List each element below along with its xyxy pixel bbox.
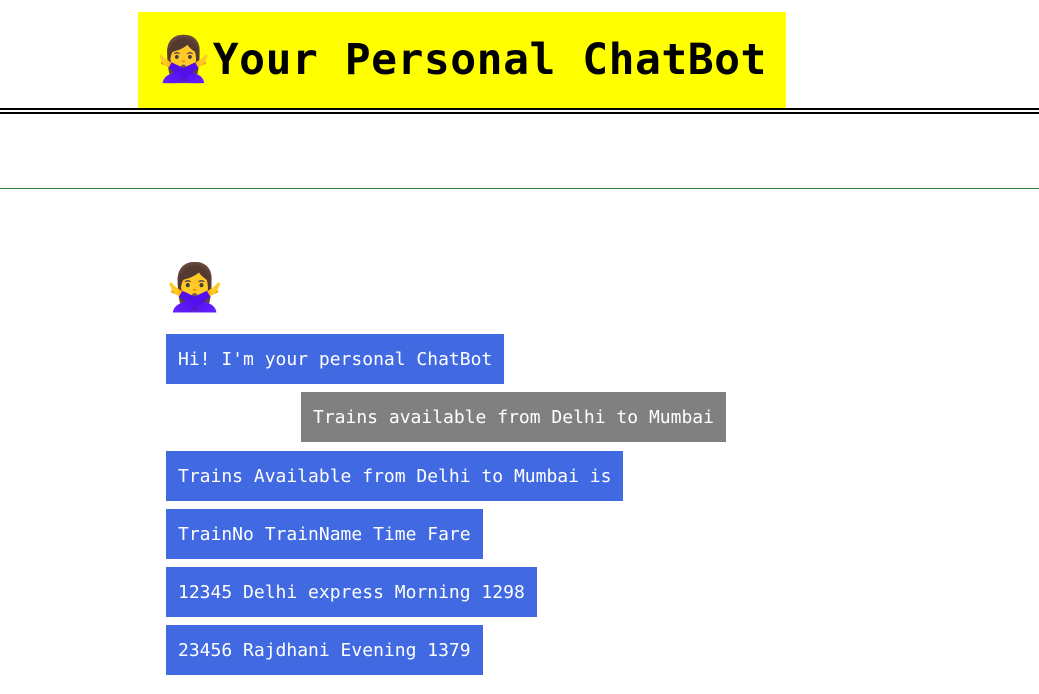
section-divider (0, 188, 1039, 189)
person-gesturing-no-icon: 🙅‍♀️ (156, 34, 211, 85)
bot-avatar-icon: 🙅‍♀️ (166, 260, 224, 314)
bot-message: Trains Available from Delhi to Mumbai is (166, 451, 624, 501)
bot-message: 23456 Rajdhani Evening 1379 (166, 625, 483, 675)
bot-message: 12345 Delhi express Morning 1298 (166, 567, 537, 617)
bot-message: Hi! I'm your personal ChatBot (166, 334, 505, 384)
page-title: Your Personal ChatBot (212, 35, 767, 85)
user-message: Trains available from Delhi to Mumbai (301, 392, 726, 442)
bot-message: TrainNo TrainName Time Fare (166, 509, 483, 559)
header-banner: 🙅‍♀️ Your Personal ChatBot (138, 12, 786, 108)
header-divider (0, 108, 1039, 114)
chatbot-page: 🙅‍♀️ Your Personal ChatBot 🙅‍♀️ Hi! I'm … (0, 0, 1039, 694)
